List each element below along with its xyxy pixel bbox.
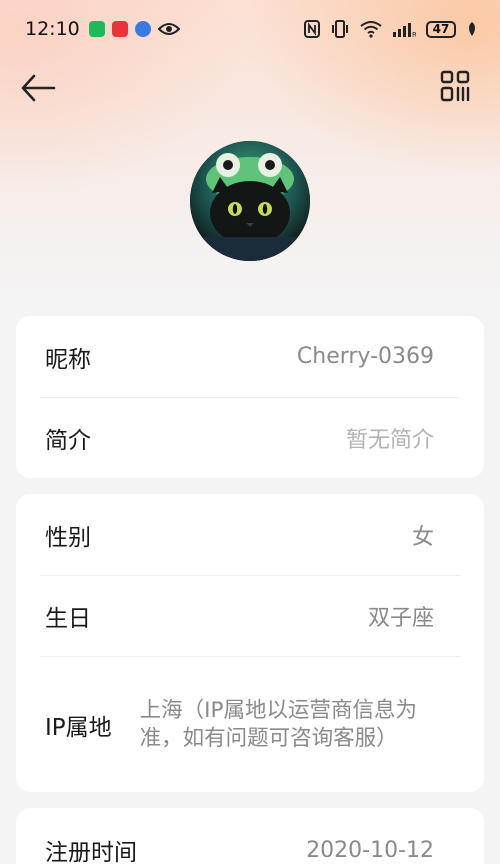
avatar-cat-frog-hat-icon xyxy=(190,141,310,261)
account-info-card: 注册时间 2020-10-12 xyxy=(16,808,484,864)
gender-label: 性别 xyxy=(45,524,91,551)
gender-value: 女 xyxy=(411,524,434,550)
registration-time-value: 2020-10-12 xyxy=(306,837,434,863)
wifi-icon xyxy=(360,21,382,38)
intro-value: 暂无简介 xyxy=(345,428,434,453)
ip-location-label: IP属地 xyxy=(45,714,112,741)
birthday-row[interactable]: 生日 双子座 xyxy=(16,576,484,656)
notification-icon xyxy=(111,21,128,37)
birthday-value: 双子座 xyxy=(367,606,434,631)
leaf-icon xyxy=(469,22,475,36)
ip-location-row: IP属地 上海（IP属地以运营商信息为准，如有问题可咨询客服） xyxy=(16,657,484,792)
wechat-icon xyxy=(88,21,105,37)
back-button[interactable] xyxy=(18,68,58,108)
ip-location-value: 上海（IP属地以运营商信息为准，如有问题可咨询客服） xyxy=(139,697,417,751)
gender-row[interactable]: 性别 女 xyxy=(16,494,484,575)
qr-code-button[interactable] xyxy=(438,68,472,104)
vibrate-icon xyxy=(332,20,348,38)
qr-code-icon xyxy=(440,70,470,102)
status-left: 12:10 xyxy=(25,18,180,40)
nickname-value: Cherry-0369 xyxy=(296,344,434,369)
personal-info-card: 性别 女 生日 双子座 IP属地 上海（IP属地以运营商信息为准，如有问题可咨询… xyxy=(16,494,484,792)
battery-indicator: 47 xyxy=(426,20,456,38)
avatar[interactable] xyxy=(190,141,310,261)
intro-row[interactable]: 简介 暂无简介 xyxy=(16,398,484,478)
status-right: R 47 xyxy=(304,20,478,38)
status-bar: 12:10 R 47 xyxy=(0,0,500,58)
registration-time-row: 注册时间 2020-10-12 xyxy=(16,808,484,864)
basic-info-card: 昵称 Cherry-0369 简介 暂无简介 xyxy=(16,316,484,478)
birthday-label: 生日 xyxy=(45,606,91,632)
signal-icon: R xyxy=(393,23,416,38)
arrow-left-icon xyxy=(21,74,56,102)
status-time: 12:10 xyxy=(25,18,80,40)
intro-label: 简介 xyxy=(45,428,91,454)
nfc-icon xyxy=(304,20,320,38)
registration-time-label: 注册时间 xyxy=(45,840,137,864)
music-icon xyxy=(134,21,151,37)
nickname-row[interactable]: 昵称 Cherry-0369 xyxy=(16,316,484,397)
nav-bar xyxy=(0,58,500,116)
nickname-label: 昵称 xyxy=(45,346,91,373)
svg-text:R: R xyxy=(412,31,416,38)
eye-icon xyxy=(157,23,180,35)
